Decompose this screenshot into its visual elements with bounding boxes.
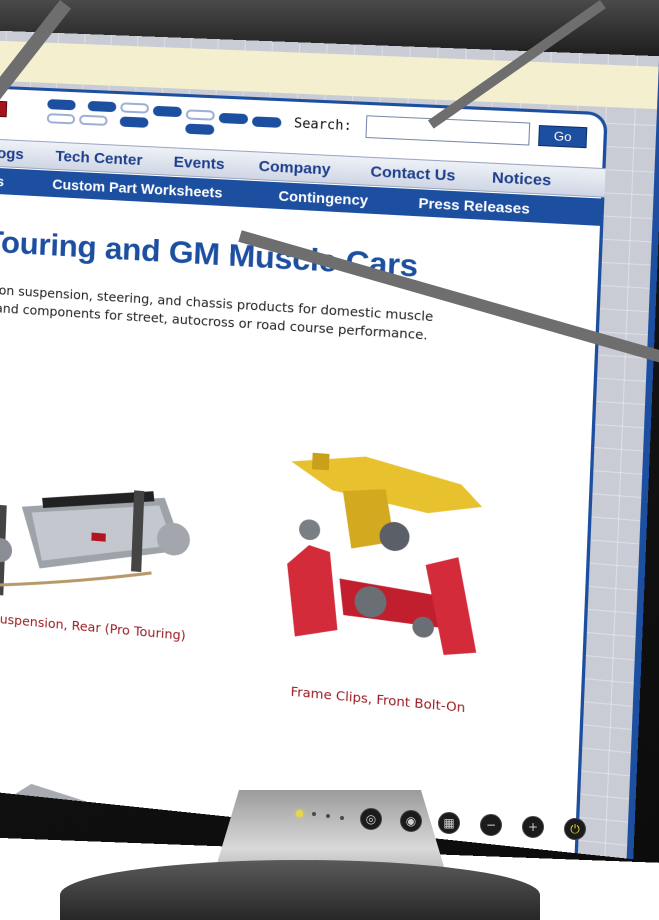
frame-clip-image <box>284 451 484 658</box>
source-icon: ◎ <box>365 812 377 826</box>
monitor-screen: ck Search: Go atalogs Tech Center <box>0 30 659 860</box>
logo-pill-graphic <box>46 99 284 142</box>
nav-item-testimonials[interactable]: nials <box>0 172 4 190</box>
power-icon: ⏻ <box>570 822 580 836</box>
nav-item-events[interactable]: Events <box>173 154 225 174</box>
pill-shape <box>120 102 150 114</box>
settings-button[interactable]: ▦ <box>438 812 460 834</box>
nav-item-press-releases[interactable]: Press Releases <box>418 194 530 216</box>
power-button[interactable]: ⏻ <box>564 818 586 840</box>
web-page: ck Search: Go atalogs Tech Center <box>0 84 608 860</box>
pill-shape <box>218 112 249 125</box>
pill-shape <box>78 114 108 126</box>
site-logo[interactable]: ck <box>0 99 8 118</box>
input-source-button[interactable]: ◎ <box>360 808 382 830</box>
settings-icon: ▦ <box>443 816 455 830</box>
monitor-control-panel: ◎ ◉ ▦ − + ⏻ <box>290 800 610 840</box>
pill-shape <box>185 109 215 121</box>
rear-suspension-image <box>0 486 191 623</box>
menu-button[interactable]: ◉ <box>400 810 422 832</box>
pill-shape <box>46 113 76 125</box>
search-go-button[interactable]: Go <box>538 125 588 149</box>
product-card-rear-suspension[interactable]: Suspension, Rear (Pro Touring) <box>0 464 207 645</box>
pill-shape <box>152 105 182 118</box>
pill-shape <box>119 116 149 128</box>
brightness-up-button[interactable]: + <box>522 816 544 838</box>
pill-shape <box>185 123 215 136</box>
product-card-frame-clips[interactable]: Frame Clips, Front Bolt-On <box>261 429 506 718</box>
search-label: Search: <box>293 116 353 135</box>
pill-shape <box>87 100 117 113</box>
brightness-down-button[interactable]: − <box>480 814 502 836</box>
nav-item-contact-us[interactable]: Contact Us <box>370 163 456 185</box>
plus-icon: + <box>527 820 539 834</box>
nav-item-company[interactable]: Company <box>258 158 331 179</box>
minus-icon: − <box>485 818 497 832</box>
intro-paragraph: bolt-on suspension, steering, and chassi… <box>0 280 589 355</box>
nav-item-tech-center[interactable]: Tech Center <box>55 148 143 169</box>
nav-item-catalogs[interactable]: atalogs <box>0 144 24 164</box>
nav-item-custom-part-worksheets[interactable]: Custom Part Worksheets <box>52 176 223 201</box>
pill-shape <box>47 99 76 111</box>
indicator-dot <box>312 812 316 816</box>
pill-shape <box>251 116 282 128</box>
menu-icon: ◉ <box>405 814 417 828</box>
monitor-scene: ck Search: Go atalogs Tech Center <box>0 0 659 920</box>
indicator-dot <box>326 814 330 818</box>
monitor-base <box>60 860 540 920</box>
nav-item-contingency[interactable]: Contingency <box>278 187 368 208</box>
search-input[interactable] <box>365 115 531 146</box>
indicator-dot <box>340 816 344 820</box>
status-light <box>296 810 303 817</box>
nav-item-notices[interactable]: Notices <box>492 169 552 190</box>
